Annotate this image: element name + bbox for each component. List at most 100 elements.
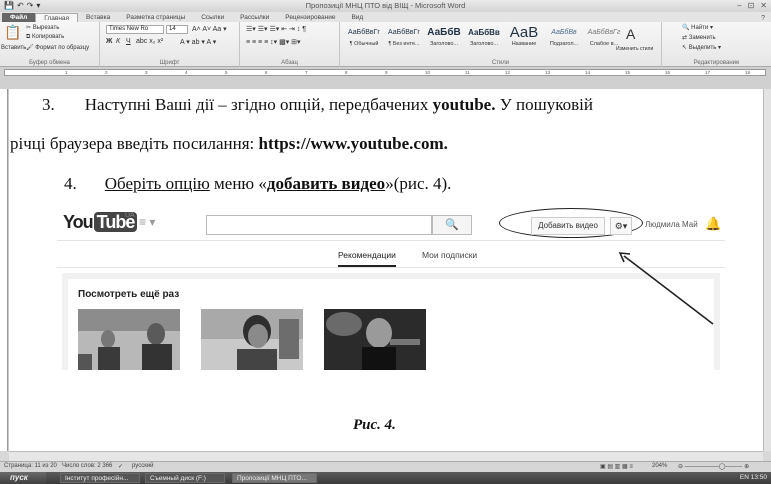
horizontal-ruler[interactable]: 1 2 3 4 5 6 7 8 9 10 11 12 13 14 15 16 17 18 [4, 69, 766, 76]
tab-review[interactable]: Рецензирование [277, 13, 343, 22]
replace-button[interactable]: ⇄ Заменить [682, 34, 716, 41]
style-title[interactable]: АаВ Название [504, 25, 544, 55]
vertical-scrollbar[interactable] [763, 89, 771, 451]
ribbon: 📋 Вставить ✂ Вырезать ⧉ Копировать 🖌 Фор… [0, 22, 771, 67]
paste-button[interactable]: Вставить [1, 45, 26, 51]
title-bar: 💾 ↶ ↷ ▾ Пропозиції МНЦ ПТО від ВІЩ - Mic… [0, 0, 771, 12]
copy-button[interactable]: ⧉ Копировать [26, 34, 64, 41]
nav-divider [57, 267, 725, 268]
paste-icon[interactable]: 📋 [4, 24, 21, 41]
bullets-icon[interactable]: ☰▾ ☰▾ ☰▾ ⇤ ⇥ ↕ ¶ [246, 25, 306, 33]
ruler-tick: 3 [145, 70, 148, 75]
style-heading-2[interactable]: АаБбВв Заголово... [464, 25, 504, 55]
word-count[interactable]: Число слов: 2 366 [62, 463, 112, 469]
styles-group: АаБбВвГг ¶ Обычный АаБбВвГг ¶ Без инте... … [340, 22, 662, 67]
editing-group-label: Редактирование [693, 60, 740, 66]
status-bar: Страница: 11 из 20 Число слов: 2 366 ✓ р… [0, 461, 771, 472]
ruler-tick: 16 [665, 70, 671, 75]
paragraph-group-label: Абзац [281, 60, 298, 66]
style-heading-1[interactable]: АаБбВ Заголово... [424, 25, 464, 55]
tab-mailings[interactable]: Рассылки [232, 13, 277, 22]
start-button[interactable]: пуск [0, 472, 46, 484]
styles-group-label: Стили [491, 60, 510, 66]
strikethrough-icon[interactable]: abc x₂ x² [136, 38, 163, 45]
video-thumbnail [324, 309, 426, 370]
select-icon: ↖ [682, 45, 688, 51]
youtube-header: You Tube UA ≡ ▾ 🔍 Добавить видео ⚙▾ Людми… [57, 205, 725, 241]
font-group: Times New Ro 14 A˄ A˅ Aa ▾ Ж К Ч abc x₂ … [100, 22, 240, 67]
zoom-level[interactable]: 204% [652, 463, 667, 469]
minimize-icon[interactable]: – [737, 1, 741, 10]
align-icon[interactable]: ≡ ≡ ≡ ≡ ↕▾ ▩▾ ⊞▾ [246, 38, 301, 46]
region-label: UA [125, 212, 135, 219]
replace-icon: ⇄ [682, 35, 688, 41]
horizontal-scrollbar[interactable] [9, 451, 763, 461]
doc-text: річці браузера введіть посилання: [10, 134, 259, 153]
language[interactable]: русский [132, 463, 154, 469]
vertical-ruler[interactable] [0, 89, 8, 451]
ruler-area: 1 2 3 4 5 6 7 8 9 10 11 12 13 14 15 16 17 18 [0, 67, 771, 89]
underline-button[interactable]: Ч [126, 38, 131, 45]
taskbar-item[interactable]: Пропозиції МНЦ ПТО... [232, 473, 317, 483]
list-number-3: 3. [42, 95, 55, 114]
video-thumbnail [201, 309, 303, 370]
tab-home[interactable]: Главная [35, 13, 79, 22]
proofing-icon[interactable]: ✓ [118, 463, 123, 470]
style-subtitle[interactable]: АаБбВв Подзагол... [544, 25, 584, 55]
doc-text: »(рис. 4). [385, 174, 452, 193]
zoom-slider[interactable]: ⊖ ────────◯──── ⊕ [678, 463, 749, 470]
font-group-label: Шрифт [159, 60, 180, 66]
paragraph-group: ☰▾ ☰▾ ☰▾ ⇤ ⇥ ↕ ¶ ≡ ≡ ≡ ≡ ↕▾ ▩▾ ⊞▾ Абзац [240, 22, 340, 67]
ruler-tick: 11 [465, 70, 470, 75]
cut-button[interactable]: ✂ Вырезать [26, 24, 59, 31]
ruler-tick: 1 [65, 70, 68, 75]
ruler-tick: 4 [185, 70, 188, 75]
ruler-tick: 10 [425, 70, 431, 75]
maximize-icon[interactable]: ⊡ [748, 1, 755, 10]
close-icon[interactable]: ✕ [760, 1, 767, 10]
copy-icon: ⧉ [26, 34, 31, 40]
ruler-tick: 18 [745, 70, 751, 75]
font-name-select[interactable]: Times New Ro [106, 25, 164, 34]
tab-page-layout[interactable]: Разметка страницы [118, 13, 193, 22]
font-size-select[interactable]: 14 [166, 25, 188, 34]
help-icon[interactable]: ? [761, 15, 765, 22]
change-styles-icon[interactable]: A [626, 26, 635, 42]
change-styles-button[interactable]: Изменить стили [616, 46, 653, 52]
bell-icon: 🔔 [705, 216, 722, 231]
select-button[interactable]: ↖ Выделить ▾ [682, 44, 721, 51]
text-effects-icon[interactable]: A ▾ ab ▾ A ▾ [180, 38, 216, 46]
list-number-4: 4. [64, 174, 77, 193]
doc-underline-text: Оберіть опцію [104, 174, 210, 193]
tab-file[interactable]: Файл [2, 13, 36, 22]
find-button[interactable]: 🔍 Найти ▾ [682, 24, 713, 31]
taskbar: пуск Інститут професійн... Съемный диск … [0, 472, 771, 484]
bold-button[interactable]: Ж [106, 38, 112, 45]
watch-again-card: Посмотреть ещё раз [68, 279, 714, 370]
page-count[interactable]: Страница: 11 из 20 [4, 463, 57, 469]
tab-insert[interactable]: Вставка [78, 13, 118, 22]
tab-recommended: Рекомендации [338, 250, 396, 267]
brush-icon: 🖌 [26, 45, 34, 51]
doc-line-4: 4. Оберіть опцію меню «добавить видео»(ри… [64, 174, 451, 194]
ruler-tick: 6 [265, 70, 268, 75]
taskbar-item[interactable]: Съемный диск (F:) [145, 473, 225, 483]
style-normal[interactable]: АаБбВвГг ¶ Обычный [344, 25, 384, 55]
ruler-tick: 13 [545, 70, 551, 75]
watch-again-title: Посмотреть ещё раз [78, 289, 180, 300]
search-icon: 🔍 [432, 215, 472, 235]
grow-font-icon[interactable]: A˄ A˅ Aa ▾ [192, 25, 227, 33]
doc-line-url: річці браузера введіть посилання: https:… [10, 134, 448, 154]
tab-references[interactable]: Ссылки [193, 13, 232, 22]
youtube-screenshot: You Tube UA ≡ ▾ 🔍 Добавить видео ⚙▾ Людми… [57, 205, 725, 370]
view-buttons[interactable]: ▣ ▤ ▥ ▦ ≡ [600, 463, 633, 470]
format-painter-button[interactable]: 🖌 Формат по образцу [26, 44, 89, 51]
ruler-tick: 17 [705, 70, 711, 75]
ruler-tick: 14 [585, 70, 591, 75]
italic-button[interactable]: К [116, 38, 120, 45]
ruler-tick: 2 [105, 70, 108, 75]
watch-again-panel: Посмотреть ещё раз [62, 273, 720, 370]
tab-view[interactable]: Вид [343, 13, 371, 22]
taskbar-item[interactable]: Інститут професійн... [60, 473, 140, 483]
style-no-spacing[interactable]: АаБбВвГг ¶ Без инте... [384, 25, 424, 55]
